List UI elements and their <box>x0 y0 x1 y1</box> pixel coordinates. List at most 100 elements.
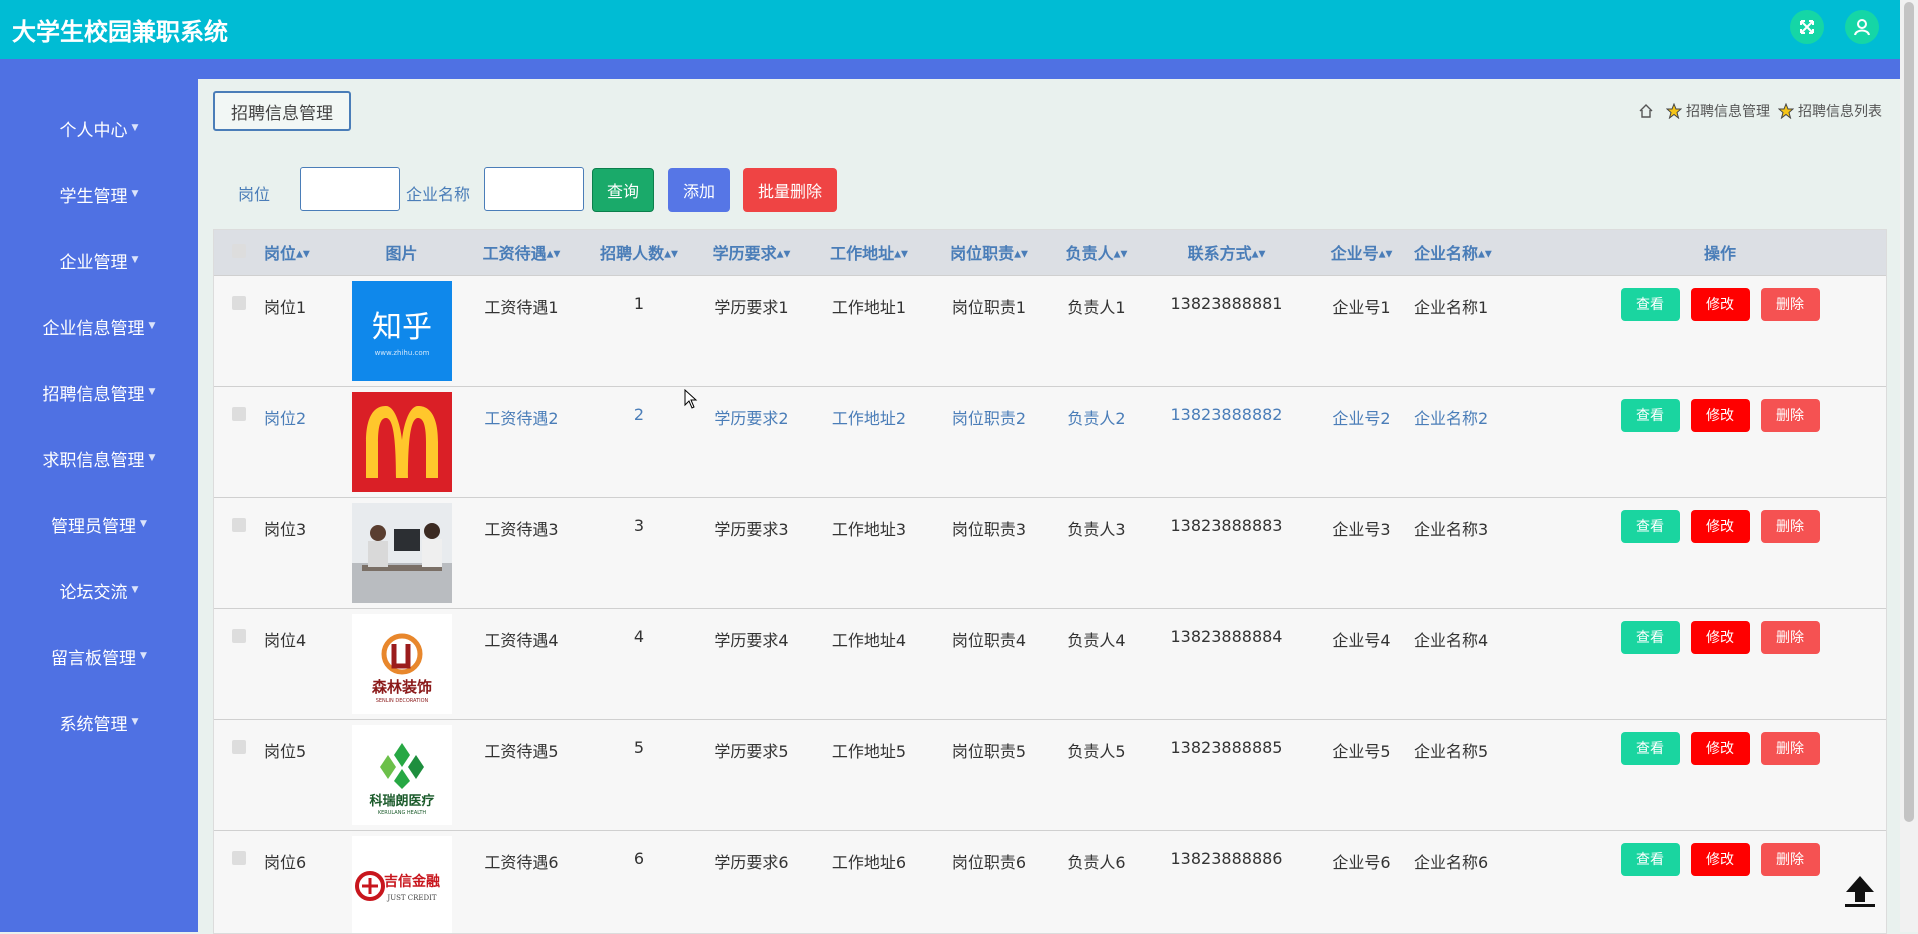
select-all-checkbox-cell[interactable] <box>214 230 264 275</box>
column-header-address[interactable]: 工作地址▲▼ <box>809 230 929 275</box>
row-checkbox-cell[interactable] <box>214 497 264 608</box>
breadcrumb-item[interactable]: 招聘信息管理 <box>1686 101 1770 121</box>
sidebar-item-forum[interactable]: 论坛交流▼ <box>0 568 198 612</box>
delete-button[interactable]: 删除 <box>1761 288 1820 321</box>
caret-down-icon: ▼ <box>140 651 147 661</box>
delete-button[interactable]: 删除 <box>1761 843 1820 876</box>
cell-actions: 查看修改删除 <box>1554 608 1886 719</box>
cell-count: 1 <box>584 275 694 386</box>
cell-position: 岗位3 <box>264 497 344 608</box>
cell-company-no: 企业号3 <box>1309 497 1414 608</box>
cell-address: 工作地址3 <box>809 497 929 608</box>
sidebar-item-job-seeking[interactable]: 求职信息管理▼ <box>0 436 198 480</box>
sidebar-item-system[interactable]: 系统管理▼ <box>0 700 198 744</box>
view-button[interactable]: 查看 <box>1621 732 1680 765</box>
column-header-contact[interactable]: 联系方式▲▼ <box>1144 230 1309 275</box>
back-to-top-icon[interactable] <box>1840 870 1880 910</box>
user-button[interactable] <box>1845 10 1879 44</box>
fullscreen-button[interactable] <box>1790 10 1824 44</box>
cell-salary: 工资待遇1 <box>459 275 584 386</box>
breadcrumb-item: 招聘信息列表 <box>1798 101 1882 121</box>
row-checkbox[interactable] <box>232 407 246 421</box>
column-header-duty[interactable]: 岗位职责▲▼ <box>929 230 1049 275</box>
sidebar-item-companies[interactable]: 企业管理▼ <box>0 238 198 282</box>
sidebar-item-messages[interactable]: 留言板管理▼ <box>0 634 198 678</box>
row-checkbox[interactable] <box>232 296 246 310</box>
cell-contact: 13823888882 <box>1144 386 1309 497</box>
edit-button[interactable]: 修改 <box>1691 843 1750 876</box>
sidebar-item-recruitment[interactable]: 招聘信息管理▼ <box>0 370 198 414</box>
row-checkbox[interactable] <box>232 629 246 643</box>
query-button[interactable]: 查询 <box>592 168 654 212</box>
column-header-company-no[interactable]: 企业号▲▼ <box>1309 230 1414 275</box>
view-button[interactable]: 查看 <box>1621 288 1680 321</box>
cell-image: 科瑞朗医疗KERULANG HEALTH <box>344 719 459 830</box>
position-label: 岗位 <box>238 181 270 205</box>
row-checkbox-cell[interactable] <box>214 608 264 719</box>
thumbnail[interactable]: 科瑞朗医疗KERULANG HEALTH <box>352 725 452 825</box>
view-button[interactable]: 查看 <box>1621 621 1680 654</box>
home-icon[interactable] <box>1638 103 1654 119</box>
cell-duty: 岗位职责1 <box>929 275 1049 386</box>
thumbnail[interactable] <box>352 392 452 492</box>
page-tab[interactable]: 招聘信息管理 <box>213 91 351 131</box>
cell-manager: 负责人6 <box>1049 830 1144 934</box>
column-header-salary[interactable]: 工资待遇▲▼ <box>459 230 584 275</box>
position-input[interactable] <box>300 167 400 211</box>
row-checkbox-cell[interactable] <box>214 386 264 497</box>
cell-company-no: 企业号4 <box>1309 608 1414 719</box>
thumbnail[interactable]: 知乎www.zhihu.com <box>352 281 452 381</box>
sidebar-item-students[interactable]: 学生管理▼ <box>0 172 198 216</box>
view-button[interactable]: 查看 <box>1621 399 1680 432</box>
delete-button[interactable]: 删除 <box>1761 510 1820 543</box>
row-checkbox-cell[interactable] <box>214 275 264 386</box>
delete-button[interactable]: 删除 <box>1761 732 1820 765</box>
scrollbar-thumb[interactable] <box>1904 2 1914 822</box>
column-header-education[interactable]: 学历要求▲▼ <box>694 230 809 275</box>
cell-duty: 岗位职责5 <box>929 719 1049 830</box>
svg-text:知乎: 知乎 <box>372 310 432 345</box>
delete-button[interactable]: 删除 <box>1761 399 1820 432</box>
column-header-position[interactable]: 岗位▲▼ <box>264 230 344 275</box>
page-scrollbar[interactable] <box>1900 0 1918 932</box>
company-name-input[interactable] <box>484 167 584 211</box>
row-checkbox-cell[interactable] <box>214 719 264 830</box>
mouse-cursor-icon <box>684 389 698 409</box>
zhihu-logo-icon: 知乎www.zhihu.com <box>352 281 452 381</box>
cell-image: 吉信金融JUST CREDIT <box>344 830 459 934</box>
svg-text:科瑞朗医疗: 科瑞朗医疗 <box>369 793 434 809</box>
row-checkbox[interactable] <box>232 851 246 865</box>
thumbnail[interactable]: 森林装饰SENLIN DECORATION <box>352 614 452 714</box>
select-all-checkbox[interactable] <box>232 244 246 258</box>
cell-company-name: 企业名称3 <box>1414 497 1554 608</box>
edit-button[interactable]: 修改 <box>1691 621 1750 654</box>
search-bar: 岗位 企业名称 查询 添加 批量删除 <box>213 167 1213 213</box>
column-header-company-name[interactable]: 企业名称▲▼ <box>1414 230 1554 275</box>
add-button[interactable]: 添加 <box>668 168 730 212</box>
thumbnail[interactable] <box>352 503 452 603</box>
sidebar-item-label: 管理员管理 <box>51 512 136 537</box>
row-checkbox-cell[interactable] <box>214 830 264 934</box>
edit-button[interactable]: 修改 <box>1691 399 1750 432</box>
thumbnail[interactable]: 吉信金融JUST CREDIT <box>352 836 452 934</box>
sidebar-item-admins[interactable]: 管理员管理▼ <box>0 502 198 546</box>
sidebar-item-company-info[interactable]: 企业信息管理▼ <box>0 304 198 348</box>
view-button[interactable]: 查看 <box>1621 843 1680 876</box>
view-button[interactable]: 查看 <box>1621 510 1680 543</box>
batch-delete-button[interactable]: 批量删除 <box>743 168 837 212</box>
cell-company-name: 企业名称1 <box>1414 275 1554 386</box>
edit-button[interactable]: 修改 <box>1691 732 1750 765</box>
row-checkbox[interactable] <box>232 740 246 754</box>
column-header-count[interactable]: 招聘人数▲▼ <box>584 230 694 275</box>
column-header-manager[interactable]: 负责人▲▼ <box>1049 230 1144 275</box>
sidebar-item-personal[interactable]: 个人中心▼ <box>0 106 198 150</box>
cell-actions: 查看修改删除 <box>1554 275 1886 386</box>
edit-button[interactable]: 修改 <box>1691 510 1750 543</box>
delete-button[interactable]: 删除 <box>1761 621 1820 654</box>
header-label: 岗位 <box>264 244 296 263</box>
header-label: 工资待遇 <box>483 244 547 263</box>
row-checkbox[interactable] <box>232 518 246 532</box>
cell-manager: 负责人1 <box>1049 275 1144 386</box>
edit-button[interactable]: 修改 <box>1691 288 1750 321</box>
sidebar-item-label: 学生管理 <box>60 182 128 207</box>
